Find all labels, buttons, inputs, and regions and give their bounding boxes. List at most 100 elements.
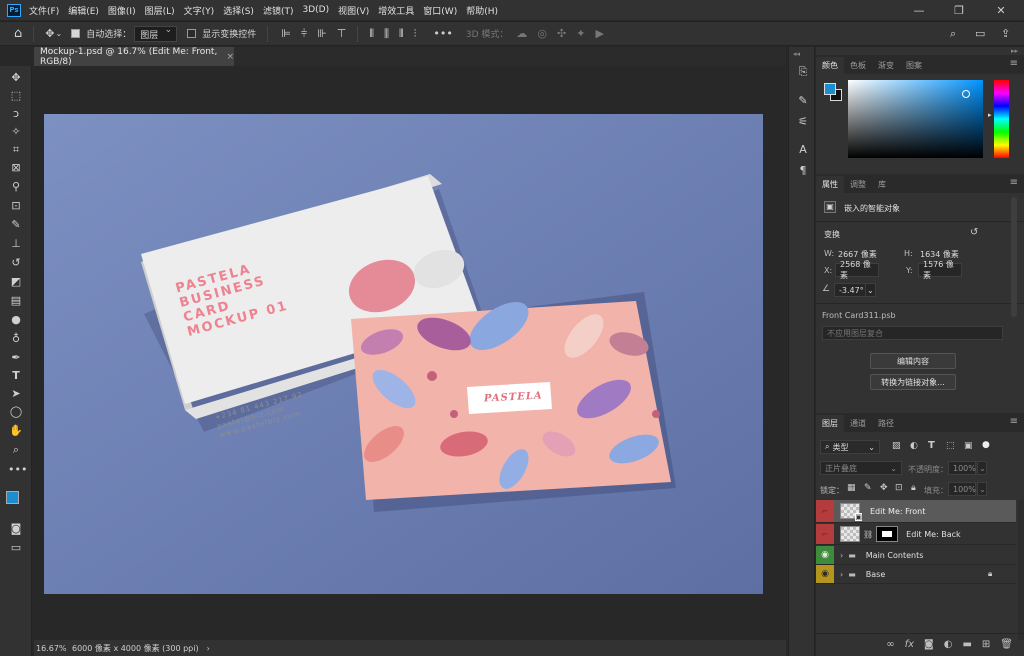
move-tool-icon[interactable]: ✥ xyxy=(45,27,54,40)
new-layer-icon[interactable]: ⊞ xyxy=(982,639,990,650)
brush-settings-icon[interactable]: ✎ xyxy=(796,94,810,108)
tab-libraries[interactable]: 库 xyxy=(872,176,892,193)
auto-select-dropdown[interactable]: 图层 xyxy=(134,25,178,42)
menu-window[interactable]: 窗口(W) xyxy=(423,4,457,17)
layer-name[interactable]: Main Contents xyxy=(866,551,924,560)
menu-file[interactable]: 文件(F) xyxy=(29,4,59,17)
tab-paths[interactable]: 路径 xyxy=(872,415,900,432)
filter-shape-icon[interactable]: ⬚ xyxy=(946,441,955,451)
lock-artboard-icon[interactable]: ⊡ xyxy=(895,483,903,493)
blend-mode-select[interactable]: 正片叠底 ⌄ xyxy=(820,461,902,475)
align-left-icon[interactable]: ⊫ xyxy=(281,27,291,40)
distribute-center-icon[interactable]: ⫼ xyxy=(384,27,389,41)
filter-adjustment-icon[interactable]: ◐ xyxy=(910,441,918,451)
hue-slider[interactable] xyxy=(994,80,1009,158)
close-window-icon[interactable]: ✕ xyxy=(986,0,1016,20)
paragraph-panel-icon[interactable]: ¶ xyxy=(796,164,810,178)
screen-mode-icon[interactable]: ▭ xyxy=(8,540,24,556)
character-panel-icon[interactable]: A xyxy=(796,143,810,157)
layer-row-edit-me-front[interactable]: ⌐ ▣ Edit Me: Front xyxy=(816,500,1016,523)
color-foreground-swatch[interactable] xyxy=(824,83,836,95)
reset-transform-icon[interactable]: ↺ xyxy=(970,227,978,238)
pen-tool-icon[interactable]: ✒ xyxy=(8,350,24,366)
chevron-right-icon[interactable]: › xyxy=(840,570,843,579)
auto-select-checkbox[interactable] xyxy=(71,29,81,38)
eraser-tool-icon[interactable]: ◩ xyxy=(8,274,24,290)
layer-name[interactable]: Base xyxy=(866,570,885,579)
panel-menu-icon[interactable]: ≡ xyxy=(1010,58,1018,69)
tab-channels[interactable]: 通道 xyxy=(844,415,872,432)
zoom-level[interactable]: 16.67% xyxy=(36,644,70,653)
chevron-right-icon[interactable]: › xyxy=(840,551,843,560)
layer-name[interactable]: Edit Me: Back xyxy=(906,530,961,539)
3d-scale-icon[interactable]: ▶ xyxy=(595,27,603,40)
layer-comp-select[interactable]: 不应用图层复合 xyxy=(822,326,1003,340)
hand-tool-icon[interactable]: ✋ xyxy=(8,423,24,439)
shape-tool-icon[interactable]: ◯ xyxy=(8,404,24,420)
layer-row-edit-me-back[interactable]: ⌐ ⛓ Edit Me: Back xyxy=(816,524,1016,545)
brush-tool-icon[interactable]: ✎ xyxy=(8,217,24,233)
distribute-left-icon[interactable]: ⫴ xyxy=(369,27,374,41)
document-tab[interactable]: Mockup-1.psd @ 16.7% (Edit Me: Front, RG… xyxy=(34,47,234,67)
minimize-icon[interactable]: — xyxy=(904,0,934,20)
panel-menu-icon[interactable]: ≡ xyxy=(1010,177,1018,188)
canvas-area[interactable]: PASTELA BUSINESS CARD MOCKUP 01 +234 81 … xyxy=(34,66,786,641)
crop-tool-icon[interactable]: ⌗ xyxy=(8,142,24,158)
layer-visibility-color[interactable]: ⌐ xyxy=(816,524,834,544)
tab-swatches[interactable]: 色板 xyxy=(844,57,872,74)
marquee-tool-icon[interactable]: ⬚ xyxy=(8,88,24,104)
link-layers-icon[interactable]: ∞ xyxy=(886,639,894,650)
chevron-down-icon[interactable]: ⌄ xyxy=(55,29,62,38)
opacity-dropdown[interactable]: ⌄ xyxy=(977,461,987,475)
eyedropper-icon[interactable]: ⚲ xyxy=(8,179,24,195)
home-icon[interactable]: ⌂ xyxy=(14,26,22,41)
history-panel-icon[interactable]: ⎘ xyxy=(796,65,810,79)
tab-properties[interactable]: 属性 xyxy=(816,176,844,193)
menu-3d[interactable]: 3D(D) xyxy=(302,5,329,15)
panel-menu-icon[interactable]: ≡ xyxy=(1010,416,1018,427)
lock-transparent-icon[interactable]: ▦ xyxy=(847,483,856,493)
show-transform-checkbox[interactable] xyxy=(187,29,197,38)
filter-pixel-icon[interactable]: ▨ xyxy=(892,441,901,451)
3d-orbit-icon[interactable]: ☁ xyxy=(516,27,527,40)
history-brush-icon[interactable]: ↺ xyxy=(8,255,24,271)
layer-visibility-color[interactable]: ⌐ xyxy=(816,500,834,522)
opacity-input[interactable]: 100% xyxy=(948,461,976,475)
lock-image-icon[interactable]: ✎ xyxy=(864,483,872,493)
zoom-tool-icon[interactable]: ⌕ xyxy=(8,442,24,458)
dodge-tool-icon[interactable]: ♁ xyxy=(8,331,24,347)
menu-plugins[interactable]: 增效工具 xyxy=(378,4,414,17)
blur-tool-icon[interactable]: ● xyxy=(8,312,24,328)
layer-row-main-contents[interactable]: ◉ › ▬ Main Contents xyxy=(816,546,1016,565)
convert-to-linked-button[interactable]: 转换为链接对象... xyxy=(870,374,956,390)
tab-adjustments[interactable]: 调整 xyxy=(844,176,872,193)
angle-dropdown[interactable]: ⌄ xyxy=(865,283,876,297)
menu-type[interactable]: 文字(Y) xyxy=(184,4,215,17)
workspace-icon[interactable]: ▭ xyxy=(975,27,985,40)
quick-mask-icon[interactable]: ◙ xyxy=(8,521,24,537)
lasso-tool-icon[interactable]: ↄ xyxy=(8,106,24,122)
move-tool-icon[interactable]: ✥ xyxy=(8,70,24,86)
menu-filter[interactable]: 滤镜(T) xyxy=(263,4,294,17)
adjustments-icon[interactable]: ⚟ xyxy=(796,115,810,129)
healing-brush-icon[interactable]: ⊡ xyxy=(8,198,24,214)
menu-view[interactable]: 视图(V) xyxy=(338,4,369,17)
new-adjustment-icon[interactable]: ◐ xyxy=(944,639,953,650)
eye-icon[interactable]: ◉ xyxy=(816,546,834,564)
y-position-input[interactable]: 1576 像素 xyxy=(918,260,962,280)
collapse-arrows-icon[interactable]: ▸▸ xyxy=(816,47,1024,55)
filter-smart-object-icon[interactable]: ▣ xyxy=(964,441,973,451)
gradient-tool-icon[interactable]: ▤ xyxy=(8,293,24,309)
menu-select[interactable]: 选择(S) xyxy=(223,4,254,17)
foreground-color-swatch[interactable] xyxy=(6,491,19,504)
type-tool-icon[interactable]: T xyxy=(8,368,24,384)
3d-roll-icon[interactable]: ◎ xyxy=(537,27,547,40)
angle-input[interactable]: -3.47° xyxy=(834,283,866,297)
layer-row-base[interactable]: ◉ › ▬ Base 🔒︎ xyxy=(816,565,1016,584)
3d-drag-icon[interactable]: ✣ xyxy=(557,27,566,40)
layer-name[interactable]: Edit Me: Front xyxy=(870,507,925,516)
stamp-tool-icon[interactable]: ⊥ xyxy=(8,236,24,252)
tab-patterns[interactable]: 图案 xyxy=(900,57,928,74)
maximize-icon[interactable]: ❐ xyxy=(944,0,974,20)
delete-layer-icon[interactable]: 🗑︎ xyxy=(1000,639,1013,650)
